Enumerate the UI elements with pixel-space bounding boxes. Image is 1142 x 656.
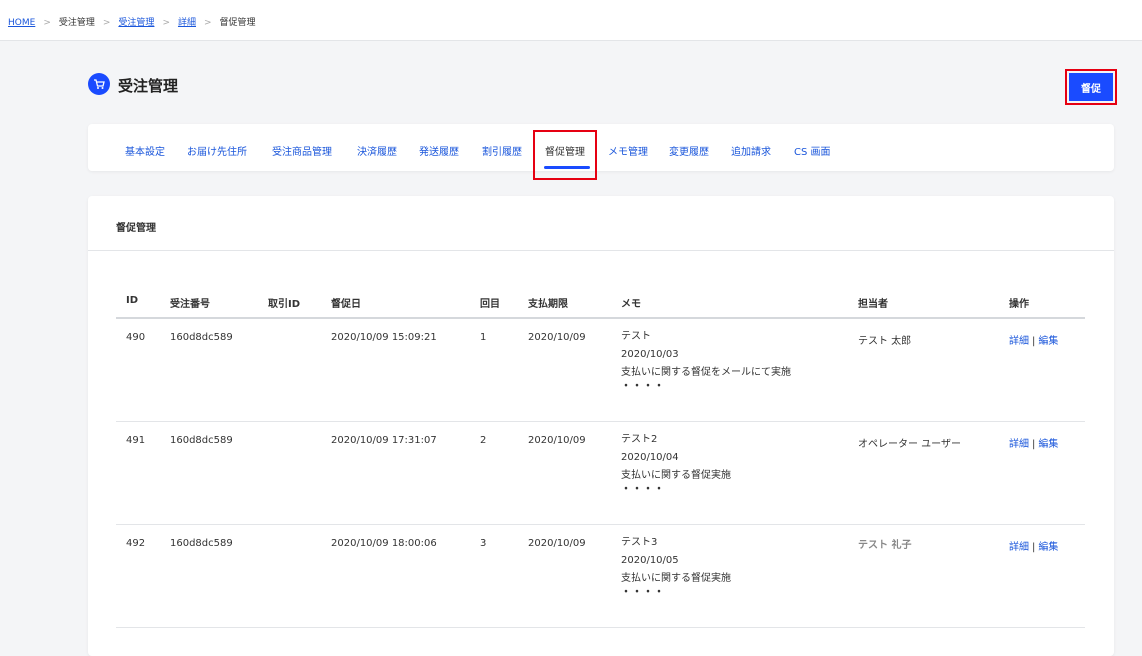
table-cell-staff: テスト 礼子 xyxy=(858,540,912,551)
row-divider xyxy=(116,524,1085,525)
table-cell-id: 490 xyxy=(126,332,146,343)
table-cell-order-no: 160d8dc589 xyxy=(170,332,233,343)
detail-link[interactable]: 詳細 xyxy=(1009,542,1029,553)
table-cell-memo: テスト3 2020/10/05 支払いに関する督促実施 ・・・・ xyxy=(621,534,731,600)
tab-bar: 基本設定 お届け先住所 受注商品管理 決済履歴 発送履歴 割引履歴 督促管理 メ… xyxy=(88,124,1114,180)
breadcrumb-item-order: 受注管理 xyxy=(58,18,95,28)
table-cell-memo: テスト 2020/10/03 支払いに関する督促をメールにて実施 ・・・・ xyxy=(621,328,791,394)
table-cell-id: 491 xyxy=(126,435,146,446)
table-cell-staff: オペレーター ユーザー xyxy=(858,439,961,450)
table-cell-due: 2020/10/09 xyxy=(528,538,586,549)
table-cell-actions: 詳細 | 編集 xyxy=(1009,435,1058,450)
action-separator: | xyxy=(1032,439,1036,450)
memo-line: 2020/10/05 xyxy=(621,555,679,566)
breadcrumb-current: 督促管理 xyxy=(219,18,256,28)
cart-icon xyxy=(88,73,110,95)
table-cell-id: 492 xyxy=(126,538,146,549)
column-header-dunning-date: 督促日 xyxy=(331,299,361,310)
table-cell-order-no: 160d8dc589 xyxy=(170,538,233,549)
table-cell-actions: 詳細 | 編集 xyxy=(1009,538,1058,553)
column-header-txn-id: 取引ID xyxy=(268,299,301,310)
column-header-id: ID xyxy=(126,295,139,306)
column-header-due-date: 支払期限 xyxy=(528,299,568,310)
tab-basic-settings[interactable]: 基本設定 xyxy=(125,143,165,158)
memo-line: テスト3 xyxy=(621,537,658,548)
column-header-count: 回目 xyxy=(480,299,500,310)
tab-change-history[interactable]: 変更履歴 xyxy=(669,143,709,158)
breadcrumb-separator: > xyxy=(102,18,111,28)
detail-link[interactable]: 詳細 xyxy=(1009,439,1029,450)
tab-payment-history[interactable]: 決済履歴 xyxy=(357,143,397,158)
breadcrumb-order-link[interactable]: 受注管理 xyxy=(118,18,154,28)
memo-line: 支払いに関する督促をメールにて実施 xyxy=(621,367,791,378)
section-title: 督促管理 xyxy=(116,223,156,234)
memo-line: テスト2 xyxy=(621,434,658,445)
tokusoku-button[interactable]: 督促 xyxy=(1069,73,1113,101)
table-cell-count: 2 xyxy=(480,435,487,446)
breadcrumb-separator: > xyxy=(162,18,170,28)
breadcrumb-separator: > xyxy=(204,18,212,28)
breadcrumb-detail-link[interactable]: 詳細 xyxy=(178,18,196,28)
table-cell-actions: 詳細 | 編集 xyxy=(1009,332,1058,347)
column-header-actions: 操作 xyxy=(1009,299,1029,310)
tab-discount-history[interactable]: 割引履歴 xyxy=(482,143,522,158)
column-header-order-no: 受注番号 xyxy=(170,299,210,310)
tab-delivery-address[interactable]: お届け先住所 xyxy=(187,143,247,158)
page-title: 受注管理 xyxy=(118,77,179,95)
tab-additional-billing[interactable]: 追加請求 xyxy=(731,143,771,158)
memo-ellipsis: ・・・・ xyxy=(621,484,665,495)
edit-link[interactable]: 編集 xyxy=(1038,439,1058,450)
tab-order-items[interactable]: 受注商品管理 xyxy=(272,143,332,158)
table-cell-staff: テスト 太郎 xyxy=(858,336,912,347)
row-divider xyxy=(116,421,1085,422)
table-cell-date: 2020/10/09 17:31:07 xyxy=(331,435,437,446)
tab-cs-screen[interactable]: CS 画面 xyxy=(794,143,831,158)
row-divider xyxy=(116,627,1085,628)
top-bar: HOME > 受注管理 > 受注管理 > 詳細 > 督促管理 xyxy=(0,0,1142,41)
table-cell-due: 2020/10/09 xyxy=(528,435,586,446)
action-button-highlight: 督促 xyxy=(1065,69,1117,105)
table-cell-memo: テスト2 2020/10/04 支払いに関する督促実施 ・・・・ xyxy=(621,431,731,497)
memo-line: 2020/10/03 xyxy=(621,349,679,360)
memo-line: 2020/10/04 xyxy=(621,452,679,463)
memo-line: テスト xyxy=(621,331,651,342)
action-separator: | xyxy=(1032,336,1036,347)
section-divider xyxy=(88,250,1114,251)
edit-link[interactable]: 編集 xyxy=(1038,336,1058,347)
table-cell-count: 1 xyxy=(480,332,487,343)
memo-line: 支払いに関する督促実施 xyxy=(621,470,731,481)
table-header-rule xyxy=(116,317,1085,319)
breadcrumb-home-link[interactable]: HOME xyxy=(8,18,35,28)
column-header-staff: 担当者 xyxy=(858,299,888,310)
tab-memo[interactable]: メモ管理 xyxy=(608,143,648,158)
breadcrumb: HOME > 受注管理 > 受注管理 > 詳細 > 督促管理 xyxy=(8,15,256,28)
column-header-memo: メモ xyxy=(621,299,641,310)
table-cell-date: 2020/10/09 15:09:21 xyxy=(331,332,437,343)
dunning-panel: 督促管理 ID 受注番号 取引ID 督促日 回目 支払期限 メモ 担当者 操作 … xyxy=(88,196,1114,656)
active-tab-highlight xyxy=(533,130,597,180)
table-cell-order-no: 160d8dc589 xyxy=(170,435,233,446)
table-cell-count: 3 xyxy=(480,538,487,549)
detail-link[interactable]: 詳細 xyxy=(1009,336,1029,347)
action-separator: | xyxy=(1032,542,1036,553)
memo-ellipsis: ・・・・ xyxy=(621,381,665,392)
memo-line: 支払いに関する督促実施 xyxy=(621,573,731,584)
memo-ellipsis: ・・・・ xyxy=(621,587,665,598)
table-cell-due: 2020/10/09 xyxy=(528,332,586,343)
tab-shipping-history[interactable]: 発送履歴 xyxy=(419,143,459,158)
table-cell-date: 2020/10/09 18:00:06 xyxy=(331,538,437,549)
edit-link[interactable]: 編集 xyxy=(1038,542,1058,553)
breadcrumb-separator: > xyxy=(43,18,51,28)
